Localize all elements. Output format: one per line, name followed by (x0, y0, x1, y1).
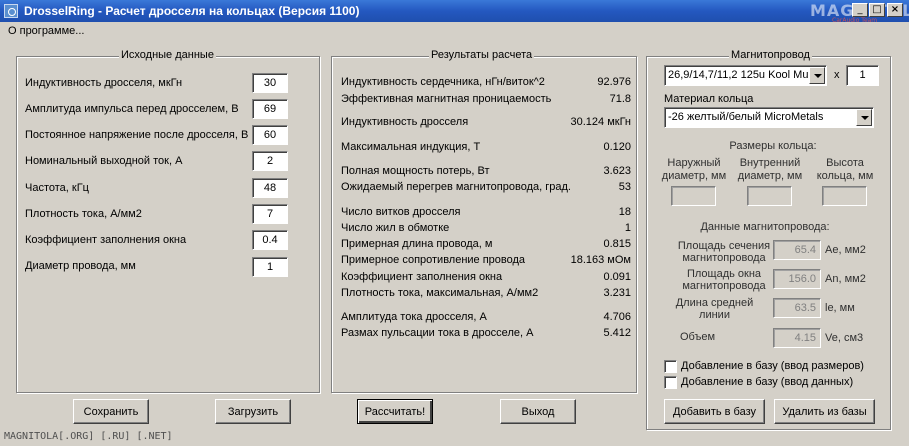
minimize-button[interactable]: _ (852, 3, 868, 17)
pulse-amplitude-label: Амплитуда импульса перед дросселем, В (25, 103, 239, 115)
result-value: 4.706 (603, 311, 631, 323)
material-label: Материал кольца (664, 93, 754, 105)
le-label: Длина средней линии (675, 297, 754, 321)
multiplier-sign: x (834, 69, 840, 81)
result-value: 18.163 мОм (570, 254, 631, 266)
core-select[interactable]: 26,9/14,7/11,2 125u Kool Mu (664, 65, 827, 86)
core-data-title: Данные магнитопровода: (700, 221, 830, 233)
add-data-label: Добавление в базу (ввод данных) (681, 376, 854, 388)
result-value: 53 (618, 181, 631, 193)
result-label: Коэффициент заполнения окна (341, 271, 503, 283)
ae-input[interactable]: 65.4 (773, 240, 821, 260)
current-density-label: Плотность тока, А/мм2 (25, 208, 142, 220)
an-input[interactable]: 156.0 (773, 269, 821, 289)
result-value: 0.815 (603, 238, 631, 250)
frequency-label: Частота, кГц (25, 182, 89, 194)
inductance-label: Индуктивность дросселя, мкГн (25, 77, 183, 89)
calculate-button[interactable]: Рассчитать! (357, 399, 433, 424)
result-value: 1 (624, 222, 631, 234)
result-label: Максимальная индукция, Т (341, 141, 481, 153)
result-label: Размах пульсации тока в дросселе, А (341, 327, 534, 339)
result-label: Примерное сопротивление провода (341, 254, 526, 266)
material-select[interactable]: -26 желтый/белый MicroMetals (664, 107, 874, 128)
fill-factor-label: Коэффициент заполнения окна (25, 234, 187, 246)
current-density-input[interactable]: 7 (252, 204, 288, 224)
menu-about[interactable]: О программе... (8, 25, 84, 37)
input-data-title: Исходные данные (119, 49, 216, 61)
output-current-input[interactable]: 2 (252, 151, 288, 171)
dc-voltage-input[interactable]: 60 (252, 125, 288, 145)
inner-diameter-label: Внутренний диаметр, мм (737, 157, 803, 182)
result-label: Число витков дросселя (341, 206, 461, 218)
an-label: Площадь окна магнитопровода (682, 268, 766, 292)
result-label: Индуктивность дросселя (341, 116, 469, 128)
result-value: 71.8 (609, 93, 631, 105)
result-value: 3.623 (603, 165, 631, 177)
material-select-value: -26 желтый/белый MicroMetals (668, 111, 824, 123)
ae-label: Площадь сечения магнитопровода (677, 240, 771, 264)
ve-input[interactable]: 4.15 (773, 328, 821, 348)
result-value: 18 (618, 206, 631, 218)
chevron-down-icon[interactable] (856, 109, 872, 126)
result-label: Плотность тока, максимальная, А/мм2 (341, 287, 539, 299)
add-to-base-button[interactable]: Добавить в базу (664, 399, 765, 424)
le-unit: le, мм (825, 302, 855, 314)
result-value: 3.231 (603, 287, 631, 299)
ae-unit: Ae, мм2 (825, 244, 866, 256)
result-value: 0.120 (603, 141, 631, 153)
result-value: 92.976 (597, 76, 631, 88)
add-data-checkbox[interactable] (664, 376, 677, 389)
frequency-input[interactable]: 48 (252, 178, 288, 198)
app-icon (4, 4, 18, 18)
menu-bar: О программе... (0, 22, 909, 41)
result-value: 0.091 (603, 271, 631, 283)
outer-diameter-input[interactable] (671, 186, 716, 206)
core-select-value: 26,9/14,7/11,2 125u Kool Mu (668, 69, 809, 81)
result-label: Эффективная магнитная проницаемость (341, 93, 552, 105)
ve-label: Объем (680, 331, 716, 343)
outer-diameter-label: Наружный диаметр, мм (661, 157, 727, 182)
maximize-button[interactable]: □ (869, 3, 885, 17)
add-sizes-label: Добавление в базу (ввод размеров) (681, 360, 864, 372)
add-sizes-checkbox[interactable] (664, 360, 677, 373)
inner-diameter-input[interactable] (747, 186, 792, 206)
wire-diameter-input[interactable]: 1 (252, 257, 288, 277)
result-value: 5.412 (603, 327, 631, 339)
ring-height-input[interactable] (822, 186, 867, 206)
window-title: DrosselRing - Расчет дросселя на кольцах… (24, 4, 360, 18)
load-button[interactable]: Загрузить (215, 399, 291, 424)
result-label: Индуктивность сердечника, нГн/виток^2 (341, 76, 545, 88)
ve-unit: Ve, см3 (825, 332, 864, 344)
result-label: Число жил в обмотке (341, 222, 450, 234)
ring-sizes-title: Размеры кольца: (729, 140, 817, 152)
result-label: Амплитуда тока дросселя, А (341, 311, 487, 323)
an-unit: An, мм2 (825, 273, 866, 285)
inductance-input[interactable]: 30 (252, 73, 288, 93)
save-button[interactable]: Сохранить (73, 399, 149, 424)
pulse-amplitude-input[interactable]: 69 (252, 99, 288, 119)
footer-credits: MAGNITOLA[.ORG] [.RU] [.NET] (4, 431, 173, 442)
close-button[interactable]: × (887, 3, 903, 17)
core-title: Магнитопровод (729, 49, 812, 61)
wire-diameter-label: Диаметр провода, мм (25, 260, 136, 272)
le-input[interactable]: 63.5 (773, 298, 821, 318)
exit-button[interactable]: Выход (500, 399, 576, 424)
result-label: Ожидаемый перегрев магнитопровода, град. (341, 181, 571, 193)
result-label: Примерная длина провода, м (341, 238, 493, 250)
output-current-label: Номинальный выходной ток, А (25, 155, 183, 167)
ring-height-label: Высота кольца, мм (816, 157, 874, 182)
result-label: Полная мощность потерь, Вт (341, 165, 490, 177)
core-count-input[interactable]: 1 (846, 65, 879, 86)
title-bar: DrosselRing - Расчет дросселя на кольцах… (0, 0, 909, 24)
result-value: 30.124 мкГн (570, 116, 632, 128)
dc-voltage-label: Постоянное напряжение после дросселя, В (25, 129, 249, 141)
delete-from-base-button[interactable]: Удалить из базы (774, 399, 875, 424)
results-title: Результаты расчета (429, 49, 535, 61)
fill-factor-input[interactable]: 0.4 (252, 230, 288, 250)
chevron-down-icon[interactable] (809, 67, 825, 84)
